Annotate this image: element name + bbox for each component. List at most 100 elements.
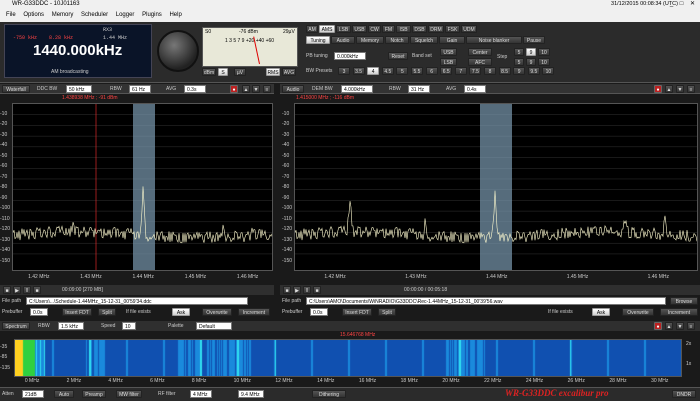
bw-preset-14[interactable]: 10 [542, 67, 555, 75]
usb-button[interactable]: USB [440, 48, 457, 56]
menu-plugins[interactable]: Plugins [142, 12, 162, 18]
lsb-button[interactable]: LSB [440, 58, 457, 66]
right-ask[interactable]: Ask [592, 308, 610, 316]
mode-isb[interactable]: ISB [396, 25, 411, 33]
minimize-button[interactable]: _ [668, 1, 675, 8]
spectrum-rbw-select[interactable]: 1.5 kHz [58, 322, 84, 330]
atten-select[interactable]: 21dB [22, 390, 44, 398]
menu-help[interactable]: Help [169, 12, 181, 18]
spectrum-record-icon[interactable]: ● [654, 322, 662, 330]
tab-memory[interactable]: Memory [356, 36, 384, 44]
zoom-1x[interactable]: 1x [686, 360, 691, 368]
wideband-waterfall[interactable] [14, 339, 682, 377]
right-up-icon[interactable]: ▲ [665, 85, 673, 93]
left-prebuffer-select[interactable]: 0.0s [30, 308, 48, 316]
frequency-display[interactable]: -750 kHz 8.28 kHz RX3 1.44 MHz 1440.000k… [4, 24, 152, 78]
step-9b[interactable]: 9 [526, 58, 536, 66]
center-button[interactable]: Center [468, 48, 492, 56]
tab-notch[interactable]: Notch [385, 36, 409, 44]
step-10b[interactable]: 10 [538, 58, 550, 66]
right-spectrum-plot[interactable] [294, 103, 698, 271]
dem-bw-select[interactable]: 4.000kHz [341, 85, 373, 93]
right-filepath-input[interactable]: C:\Users\AMO\Documents\WiNRADIO\G33DDC\R… [306, 297, 666, 305]
spectrum-menu-icon[interactable]: ≡ [687, 322, 695, 330]
bw-preset-0[interactable]: 3 [338, 67, 350, 75]
bw-preset-12[interactable]: 9 [513, 67, 526, 75]
bw-preset-5[interactable]: 5.5 [411, 67, 423, 75]
left-rbw-select[interactable]: 61 Hz [129, 85, 151, 93]
rf-filter2-select[interactable]: 9.4 MHz [238, 390, 264, 398]
menu-memory[interactable]: Memory [52, 12, 74, 18]
dithering-button[interactable]: Dithering [312, 390, 346, 398]
tab-audio[interactable]: Audio [331, 36, 355, 44]
bw-preset-8[interactable]: 7 [454, 67, 467, 75]
left-down-icon[interactable]: ▼ [252, 85, 260, 93]
step-9[interactable]: 9 [526, 48, 536, 56]
right-overwrite[interactable]: Overwrite [622, 308, 654, 316]
zoom-2x[interactable]: 2x [686, 340, 691, 348]
maximize-button[interactable]: □ [678, 1, 685, 8]
rf-filter-select[interactable]: 4 MHz [190, 390, 212, 398]
mode-ams[interactable]: AMS [319, 25, 335, 33]
bw-preset-10[interactable]: 8 [484, 67, 496, 75]
uv-button[interactable]: µV [234, 68, 246, 76]
tab-spectrum[interactable]: Spectrum [2, 322, 30, 330]
mw-filter-button[interactable]: MW filter [116, 390, 142, 398]
right-insert-fdt[interactable]: Insert FDT [342, 308, 372, 316]
right-avg-select[interactable]: 0.4s [464, 85, 486, 93]
pb-tuning-input[interactable]: 0.000kHz [334, 52, 366, 60]
mode-lsb[interactable]: LSB [336, 25, 351, 33]
speed-select[interactable]: 10 [122, 322, 136, 330]
menu-options[interactable]: Options [23, 12, 44, 18]
mode-am[interactable]: AM [306, 25, 318, 33]
left-pause-icon[interactable]: ‖ [23, 286, 31, 294]
tab-noise-blanker[interactable]: Noise blanker [466, 36, 522, 44]
left-ask[interactable]: Ask [172, 308, 190, 316]
menu-scheduler[interactable]: Scheduler [81, 12, 108, 18]
left-menu-icon[interactable]: ≡ [263, 85, 271, 93]
left-up-icon[interactable]: ▲ [242, 85, 250, 93]
spectrum-up-icon[interactable]: ▲ [665, 322, 673, 330]
bw-preset-9[interactable]: 7.5 [469, 67, 482, 75]
mode-fm[interactable]: FM [382, 25, 395, 33]
tab-gain[interactable]: Gain [439, 36, 465, 44]
tab-squelch[interactable]: Squelch [410, 36, 438, 44]
tab-tuning[interactable]: Tuning [306, 36, 330, 44]
bw-preset-1[interactable]: 3.5 [352, 67, 365, 75]
left-split[interactable]: Split [98, 308, 116, 316]
right-menu-icon[interactable]: ≡ [687, 85, 695, 93]
menu-file[interactable]: File [6, 12, 16, 18]
palette-select[interactable]: Default [196, 322, 232, 330]
right-pause-icon[interactable]: ‖ [303, 286, 311, 294]
bw-preset-11[interactable]: 8.5 [498, 67, 511, 75]
s-button[interactable]: S [218, 68, 228, 76]
left-stop-icon[interactable]: ■ [33, 286, 41, 294]
right-play-icon[interactable]: ▶ [293, 286, 301, 294]
preamp-button[interactable]: Preamp [82, 390, 106, 398]
mode-dsb[interactable]: DSB [412, 25, 427, 33]
right-stop-icon[interactable]: ■ [313, 286, 321, 294]
left-overwrite[interactable]: Overwrite [202, 308, 232, 316]
bw-preset-7[interactable]: 6.5 [440, 67, 453, 75]
menu-logger[interactable]: Logger [116, 12, 135, 18]
mode-cw[interactable]: CW [368, 25, 381, 33]
spectrum-down-icon[interactable]: ▼ [676, 322, 684, 330]
rms-button[interactable]: RMS [266, 68, 280, 76]
dbm-button[interactable]: dBm [202, 68, 216, 76]
right-down-icon[interactable]: ▼ [676, 85, 684, 93]
bw-preset-4[interactable]: 5 [396, 67, 409, 75]
main-frequency[interactable]: 1440.000kHz [33, 42, 122, 59]
right-record-icon[interactable]: ● [654, 85, 662, 93]
tab-waterfall[interactable]: Waterfall [2, 85, 30, 93]
close-button[interactable]: ✕ [689, 1, 696, 8]
left-filepath-input[interactable]: C:\Users\...\Schedule-1.44MHz_15-12-31_0… [26, 297, 248, 305]
bw-preset-3[interactable]: 4.5 [381, 67, 394, 75]
bw-preset-6[interactable]: 6 [425, 67, 438, 75]
tab-audio-panel[interactable]: Audio [282, 85, 304, 93]
avg-button[interactable]: AVG [282, 68, 296, 76]
bw-preset-13[interactable]: 9.5 [527, 67, 540, 75]
left-spectrum-plot[interactable] [12, 103, 273, 271]
passband[interactable] [133, 104, 155, 270]
afc-button[interactable]: AFC [468, 58, 492, 66]
bw-preset-2[interactable]: 4 [367, 67, 380, 75]
